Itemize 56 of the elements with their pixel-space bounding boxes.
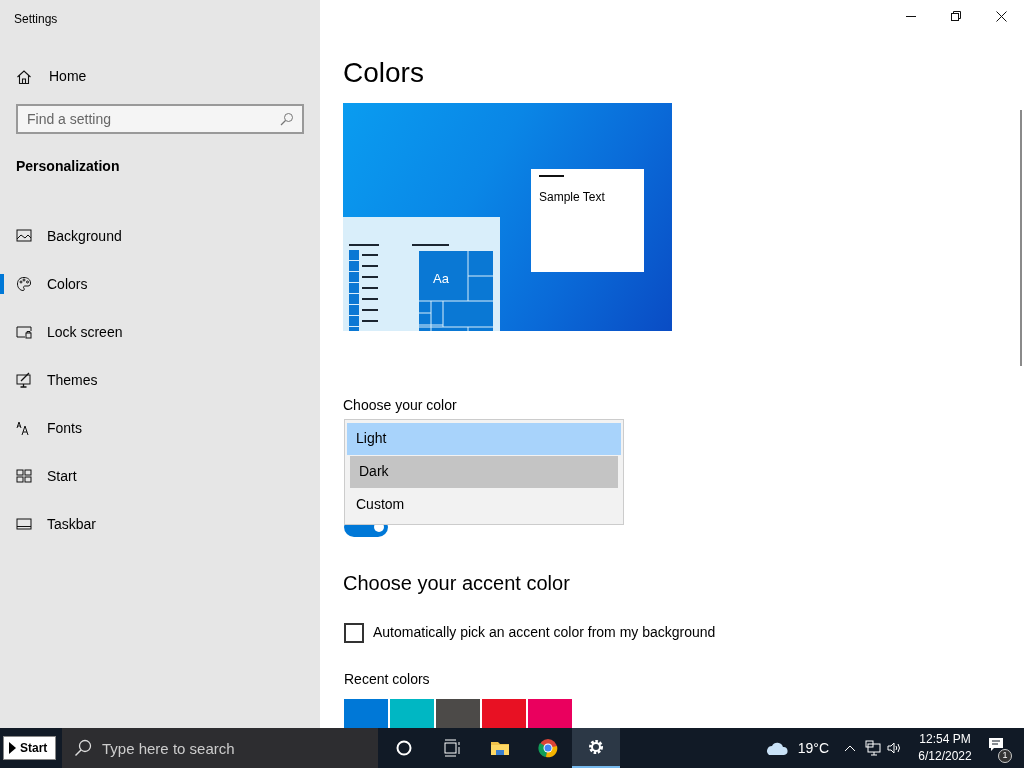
menu-option[interactable]: Light: [347, 422, 621, 455]
menu-option[interactable]: Custom: [347, 488, 621, 521]
close-icon[interactable]: [996, 10, 1007, 22]
color-swatch[interactable]: [390, 699, 434, 728]
clock[interactable]: 12:54 PM 6/12/2022: [914, 731, 976, 765]
color-swatch[interactable]: [528, 699, 572, 728]
sidebar-item[interactable]: Colors: [47, 273, 88, 295]
field-label: Choose your color: [343, 395, 457, 415]
sidebar-item[interactable]: Background: [47, 225, 122, 247]
restore-icon[interactable]: [951, 10, 962, 22]
window-title: Settings: [14, 11, 58, 28]
cortana-icon: [394, 738, 414, 758]
checkbox-label: Automatically pick an accent color from my background: [373, 623, 716, 642]
checkbox[interactable]: [344, 622, 364, 643]
home-link[interactable]: Home: [49, 66, 87, 87]
color-swatch[interactable]: [436, 699, 480, 728]
gear-icon: [586, 737, 606, 757]
taskbar-icon: [16, 516, 32, 532]
tiles-icon: [16, 468, 32, 484]
scrollbar[interactable]: [1020, 110, 1022, 366]
taskbar-button[interactable]: [572, 728, 620, 768]
monitor-brush-icon: [16, 372, 32, 388]
task-view-icon: [442, 738, 462, 758]
sample-text: Sample Text: [539, 189, 605, 206]
chevron-up-icon[interactable]: [844, 744, 856, 752]
search-icon: [74, 739, 92, 757]
sidebar-item[interactable]: Start: [47, 465, 77, 487]
color-swatch[interactable]: [482, 699, 526, 728]
color-swatch[interactable]: [344, 699, 388, 728]
section-heading: Choose your accent color: [343, 571, 570, 596]
menu-option[interactable]: Dark: [350, 455, 618, 488]
section-heading: Personalization: [16, 157, 120, 176]
chrome-icon: [538, 738, 558, 758]
field-label: Recent colors: [344, 670, 430, 689]
weather-temp: 19°C: [797, 738, 829, 758]
search-icon: [280, 112, 294, 126]
start-button[interactable]: Start: [3, 736, 56, 760]
picture-icon: [16, 228, 32, 244]
fonts-icon: [16, 420, 32, 436]
taskbar-search[interactable]: Type here to search: [62, 728, 378, 768]
volume-icon[interactable]: [887, 741, 902, 755]
title-line: [539, 175, 564, 177]
notification-icon[interactable]: [988, 737, 1004, 753]
palette-icon: [16, 276, 32, 292]
notification-badge: 1: [998, 749, 1012, 763]
sidebar-item[interactable]: Lock screen: [47, 321, 123, 343]
sidebar-item[interactable]: Themes: [47, 369, 98, 391]
home-icon[interactable]: [16, 68, 32, 85]
sidebar-item[interactable]: Fonts: [47, 417, 82, 439]
play-icon: [9, 742, 16, 754]
page-title: Colors: [343, 56, 424, 90]
search-field[interactable]: Find a setting: [16, 104, 304, 134]
screen-lock-icon: [16, 324, 32, 340]
tile-label: Aa: [433, 270, 449, 288]
sidebar-item[interactable]: Taskbar: [47, 513, 97, 535]
network-icon[interactable]: [865, 740, 881, 756]
